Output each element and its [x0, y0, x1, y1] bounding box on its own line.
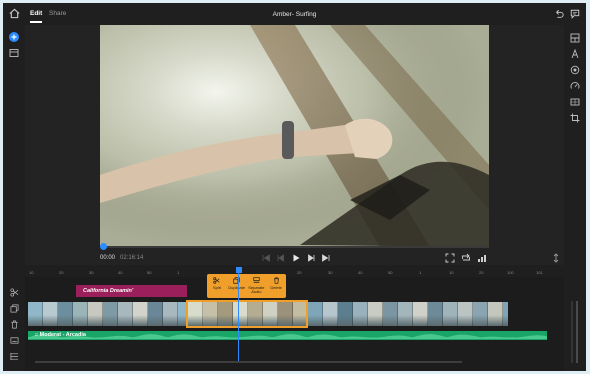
skip-back-icon[interactable] — [261, 253, 271, 263]
filmstrip-frame — [353, 302, 368, 326]
track-list-icon[interactable] — [10, 352, 19, 361]
fit-to-screen-icon[interactable] — [445, 253, 455, 263]
filmstrip-frame — [338, 302, 353, 326]
audio-waveform — [28, 334, 547, 339]
audio-meter-right — [576, 301, 578, 363]
transform-icon[interactable] — [570, 97, 580, 107]
ruler-label: 40 — [358, 270, 363, 275]
ruler-label: 30 — [328, 270, 333, 275]
crop-icon[interactable] — [570, 113, 580, 123]
filmstrip-frame — [28, 302, 43, 326]
video-clip[interactable] — [308, 302, 508, 326]
preview-scrubber-handle[interactable] — [100, 243, 107, 250]
video-frame-image — [100, 25, 489, 247]
duplicate-icon — [233, 277, 240, 284]
filmstrip-frame — [103, 302, 118, 326]
resize-panel-icon[interactable] — [551, 253, 561, 263]
duplicate-icon[interactable] — [10, 304, 19, 313]
ruler-label: 20 — [297, 270, 302, 275]
quality-icon[interactable] — [477, 253, 487, 263]
filmstrip-frame — [148, 302, 163, 326]
play-icon[interactable] — [291, 253, 301, 263]
playhead-handle[interactable] — [236, 267, 242, 273]
ruler-label: 1 — [419, 270, 422, 275]
ruler-label: 10 — [29, 270, 34, 275]
split-button[interactable]: Split — [207, 274, 227, 298]
filmstrip-frame — [428, 302, 443, 326]
step-forward-icon[interactable] — [306, 253, 316, 263]
ruler-label: 30 — [89, 270, 94, 275]
filmstrip-frame — [88, 302, 103, 326]
project-title: Amber- Surfing — [272, 11, 317, 18]
filmstrip-frame — [73, 302, 88, 326]
skip-forward-icon[interactable] — [321, 253, 331, 263]
filmstrip-frame — [488, 302, 503, 326]
layout-icon[interactable] — [570, 33, 580, 43]
filmstrip-frame — [383, 302, 398, 326]
duplicate-label: Duplicate — [228, 285, 245, 290]
loop-icon[interactable] — [461, 253, 471, 263]
ruler-label: 50 — [147, 270, 152, 275]
filmstrip-frame — [323, 302, 338, 326]
delete-button[interactable]: Delete — [266, 274, 286, 298]
undo-icon[interactable] — [554, 9, 564, 19]
trash-icon[interactable] — [10, 320, 19, 329]
add-media-icon[interactable] — [9, 32, 19, 42]
preview-scrubber-track[interactable] — [100, 246, 489, 248]
ruler-label: 50 — [388, 270, 393, 275]
filmstrip-frame — [163, 302, 178, 326]
ruler-label: 40 — [118, 270, 123, 275]
playhead[interactable] — [238, 273, 239, 363]
text-style-icon[interactable] — [570, 49, 580, 59]
separate-audio-button[interactable]: Separate Audio — [247, 274, 267, 298]
right-toolbar — [564, 25, 586, 371]
chat-icon[interactable] — [570, 9, 580, 19]
audio-meter-left — [571, 301, 573, 363]
filmstrip-frame — [368, 302, 383, 326]
ruler-label: 100 — [507, 270, 514, 275]
filmstrip-frame — [443, 302, 458, 326]
title-clip[interactable]: California Dreamin' — [76, 285, 187, 297]
ruler-label: 20 — [479, 270, 484, 275]
app-window: Edit Share Amber- Surfing 00:00 02:16:14… — [3, 3, 586, 371]
ruler-label: 101 — [536, 270, 543, 275]
filmstrip-frame — [503, 302, 508, 326]
color-icon[interactable] — [570, 65, 580, 75]
audio-clip-title: ♫ Moderat - Arcadia — [34, 332, 86, 338]
trash-icon — [273, 277, 279, 284]
total-time: 02:16:14 — [120, 255, 144, 261]
audio-clip-name: Moderat - Arcadia — [39, 332, 86, 338]
top-bar: Edit Share Amber- Surfing — [3, 3, 586, 25]
caption-icon[interactable] — [10, 336, 19, 345]
media-library-icon[interactable] — [9, 48, 19, 58]
filmstrip-frame — [308, 302, 323, 326]
ruler-label: 20 — [59, 270, 64, 275]
ruler-label: 10 — [449, 270, 454, 275]
speed-icon[interactable] — [570, 81, 580, 91]
step-back-icon[interactable] — [276, 253, 286, 263]
timeline-scrollbar[interactable] — [35, 361, 462, 363]
filmstrip-frame — [473, 302, 488, 326]
filmstrip-frame — [398, 302, 413, 326]
filmstrip-frame — [413, 302, 428, 326]
split-label: Split — [212, 285, 221, 290]
clip-context-menu: Split Duplicate Separate Audio Delete — [207, 274, 286, 298]
filmstrip-frame — [133, 302, 148, 326]
filmstrip-frame — [43, 302, 58, 326]
selected-clip-outline — [186, 300, 308, 328]
filmstrip-frame — [458, 302, 473, 326]
video-preview — [100, 25, 489, 247]
scissors-icon — [213, 277, 220, 284]
current-time: 00:00 — [100, 255, 116, 261]
filmstrip-frame — [58, 302, 73, 326]
duplicate-button[interactable]: Duplicate — [227, 274, 247, 298]
separate-audio-label: Separate Audio — [248, 285, 265, 294]
filmstrip-frame — [118, 302, 133, 326]
separate-audio-icon — [253, 277, 260, 283]
delete-label: Delete — [270, 285, 282, 290]
video-clip[interactable] — [28, 302, 188, 326]
ruler-label: 1 — [177, 270, 180, 275]
scissors-icon[interactable] — [10, 288, 19, 297]
